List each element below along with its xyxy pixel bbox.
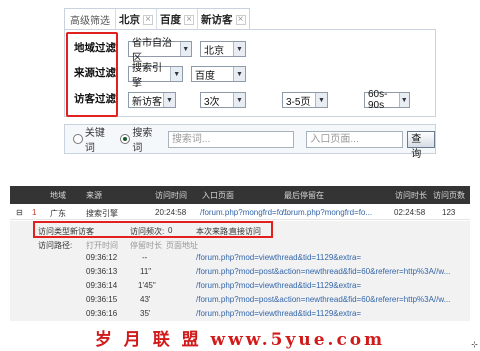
- visitor-type-select[interactable]: 新访客 ▼: [128, 92, 176, 108]
- path-stay: 35': [140, 309, 151, 318]
- row-time: 20:24:58: [155, 208, 187, 217]
- search-term-radio[interactable]: 搜索词: [120, 124, 161, 154]
- chevron-down-icon: ▼: [398, 93, 409, 107]
- source-filter-label: 来源过滤: [74, 67, 116, 79]
- chevron-down-icon: ▼: [179, 42, 191, 56]
- filter-tabs: 高级筛选 北京 × 百度 × 新访客 ×: [64, 8, 250, 31]
- path-time: 09:36:12: [86, 253, 118, 262]
- page-count-select[interactable]: 3-5页 ▼: [282, 92, 328, 108]
- path-time: 09:36:16: [86, 309, 118, 318]
- visitor-filter-label: 访客过滤: [74, 93, 116, 105]
- row-pages: 123: [442, 208, 456, 217]
- col-entry-page: 入口页面: [202, 191, 234, 200]
- chevron-down-icon: ▼: [170, 67, 182, 81]
- path-url[interactable]: /forum.php?mod=viewthread&tid=1129&extra…: [196, 281, 361, 290]
- search-term-input[interactable]: 搜索词...: [167, 130, 295, 148]
- filter-chip-beijing[interactable]: 北京 ×: [115, 8, 156, 31]
- row-index: 1: [32, 208, 37, 217]
- close-icon[interactable]: ×: [143, 14, 153, 25]
- path-stay: --: [142, 253, 148, 262]
- table-row[interactable]: ⊟ 1 广东 搜索引擎 20:24:58 /forum.php?mongfrd=…: [10, 204, 470, 220]
- keyword-radio[interactable]: 关键词: [73, 124, 114, 154]
- search-bar: 关键词 搜索词 搜索词... 入口页面... 查询: [64, 124, 436, 160]
- col-visit-time: 访问时间: [155, 191, 187, 200]
- path-url[interactable]: /forum.php?mod=viewthread&tid=1129&extra…: [196, 253, 361, 262]
- col-region: 地域: [50, 191, 66, 200]
- chevron-down-icon: ▼: [233, 67, 245, 81]
- col-last-page: 最后停留在: [284, 191, 324, 200]
- watermark-footer: 岁 月 联 盟 www.5yue.com: [94, 330, 386, 350]
- sub-col-url: 页面地址: [166, 241, 198, 250]
- visit-count-select[interactable]: 3次 ▼: [200, 92, 246, 108]
- col-pages: 访问页数: [433, 191, 465, 200]
- row-entry-link[interactable]: /forum.php?mongfrd=fo...: [200, 208, 290, 217]
- close-icon[interactable]: ×: [184, 14, 194, 25]
- row-duration: 02:24:58: [394, 208, 426, 217]
- chevron-down-icon: ▼: [163, 93, 175, 107]
- radio-selected-icon: [120, 134, 131, 144]
- region-level-select[interactable]: 省市自治区 ▼: [128, 38, 192, 64]
- path-url[interactable]: /forum.php?mod=post&action=newthread&fid…: [196, 295, 450, 304]
- corner-mark: ⊹: [471, 340, 478, 349]
- close-icon[interactable]: ×: [235, 14, 246, 25]
- path-stay: 11": [140, 267, 152, 276]
- detail-highlight-box: [33, 221, 273, 238]
- entry-page-input[interactable]: 入口页面...: [306, 130, 404, 148]
- chevron-down-icon: ▼: [233, 42, 245, 56]
- radio-icon: [73, 134, 83, 144]
- col-duration: 访问时长: [395, 191, 427, 200]
- path-url[interactable]: /forum.php?mod=post&action=newthread&fid…: [196, 267, 450, 276]
- collapse-icon[interactable]: ⊟: [16, 208, 23, 217]
- row-source: 搜索引擎: [86, 209, 118, 218]
- chevron-down-icon: ▼: [233, 93, 245, 107]
- source-engine-select[interactable]: 百度 ▼: [191, 66, 246, 82]
- filter-chip-new-visitor[interactable]: 新访客 ×: [197, 8, 249, 31]
- path-time: 09:36:15: [86, 295, 118, 304]
- path-stay: 1'45": [138, 281, 156, 290]
- path-time: 09:36:14: [86, 281, 118, 290]
- filter-title: 高级筛选: [70, 16, 110, 27]
- path-time: 09:36:13: [86, 267, 118, 276]
- region-filter-label: 地域过滤: [74, 42, 116, 54]
- sub-col-stay: 停留时长: [130, 241, 162, 250]
- chevron-down-icon: ▼: [315, 93, 327, 107]
- duration-select[interactable]: 60s-90s ▼: [364, 89, 410, 111]
- region-city-select[interactable]: 北京 ▼: [200, 41, 246, 57]
- query-button[interactable]: 查询: [407, 130, 435, 160]
- col-source: 来源: [86, 191, 102, 200]
- table-header: 地域 来源 访问时间 入口页面 最后停留在 访问时长 访问页数: [10, 186, 470, 204]
- row-region: 广东: [50, 209, 66, 218]
- row-last-link[interactable]: /forum.php?mongfrd=fo...: [282, 208, 372, 217]
- source-type-select[interactable]: 搜索引擎 ▼: [128, 63, 183, 89]
- visit-path-label: 访问路径:: [38, 241, 73, 250]
- sub-col-open-time: 打开时间: [86, 241, 118, 250]
- path-stay: 43': [140, 295, 151, 304]
- filter-chip-baidu[interactable]: 百度 ×: [156, 8, 197, 31]
- path-url[interactable]: /forum.php?mod=viewthread&tid=1129&extra…: [196, 309, 361, 318]
